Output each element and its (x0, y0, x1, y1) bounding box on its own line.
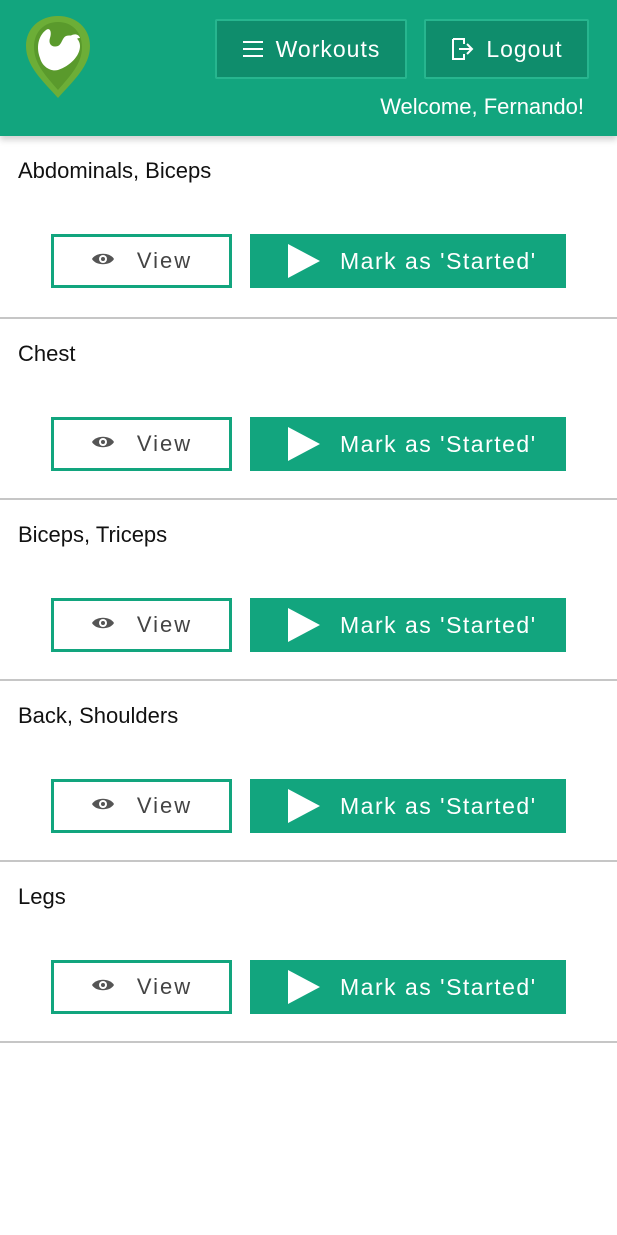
mark-started-button[interactable]: Mark as 'Started' (250, 417, 566, 471)
eye-icon (91, 974, 115, 1000)
play-icon (288, 608, 320, 642)
mark-started-label: Mark as 'Started' (340, 611, 537, 638)
hamburger-icon (242, 40, 264, 58)
play-icon (288, 789, 320, 823)
view-workout-button[interactable]: View (51, 960, 232, 1014)
workout-item: Legs View Mark as 'Started' (0, 862, 617, 1043)
app-logo[interactable] (22, 14, 94, 100)
view-workout-button[interactable]: View (51, 598, 232, 652)
workouts-nav-button[interactable]: Workouts (215, 19, 407, 79)
eye-icon (91, 431, 115, 457)
app-header: Workouts Logout Welcome, Fernando! (0, 0, 617, 136)
view-workout-button[interactable]: View (51, 234, 232, 288)
view-label: View (136, 431, 193, 456)
mark-started-button[interactable]: Mark as 'Started' (250, 598, 566, 652)
mark-started-button[interactable]: Mark as 'Started' (250, 960, 566, 1014)
welcome-message: Welcome, Fernando! (380, 94, 584, 119)
view-workout-button[interactable]: View (51, 779, 232, 833)
eye-icon (91, 612, 115, 638)
mark-started-button[interactable]: Mark as 'Started' (250, 779, 566, 833)
workout-title: Biceps, Triceps (18, 522, 168, 547)
mark-started-label: Mark as 'Started' (340, 430, 537, 457)
mark-started-label: Mark as 'Started' (340, 247, 537, 274)
workout-title: Back, Shoulders (18, 703, 179, 728)
mark-started-label: Mark as 'Started' (340, 973, 537, 1000)
logout-button[interactable]: Logout (424, 19, 589, 79)
workout-item: Chest View Mark as 'Started' (0, 319, 617, 500)
mark-started-button[interactable]: Mark as 'Started' (250, 234, 566, 288)
view-label: View (136, 612, 193, 637)
eye-icon (91, 793, 115, 819)
workout-item: Abdominals, Biceps View Mark as 'Started… (0, 136, 617, 319)
eye-icon (91, 248, 115, 274)
logout-icon (450, 37, 474, 61)
view-label: View (136, 248, 193, 273)
play-icon (288, 244, 320, 278)
play-icon (288, 970, 320, 1004)
workouts-nav-label: Workouts (275, 35, 381, 62)
logout-label: Logout (486, 35, 563, 62)
mark-started-label: Mark as 'Started' (340, 792, 537, 819)
view-label: View (136, 974, 193, 999)
workout-item: Back, Shoulders View Mark as 'Started' (0, 681, 617, 862)
view-label: View (136, 793, 193, 818)
workout-list: Abdominals, Biceps View Mark as 'Started… (0, 136, 617, 1043)
play-icon (288, 427, 320, 461)
view-workout-button[interactable]: View (51, 417, 232, 471)
workout-item: Biceps, Triceps View Mark as 'Started' (0, 500, 617, 681)
workout-title: Abdominals, Biceps (18, 158, 212, 183)
workout-title: Chest (18, 341, 76, 366)
workout-title: Legs (18, 884, 66, 909)
